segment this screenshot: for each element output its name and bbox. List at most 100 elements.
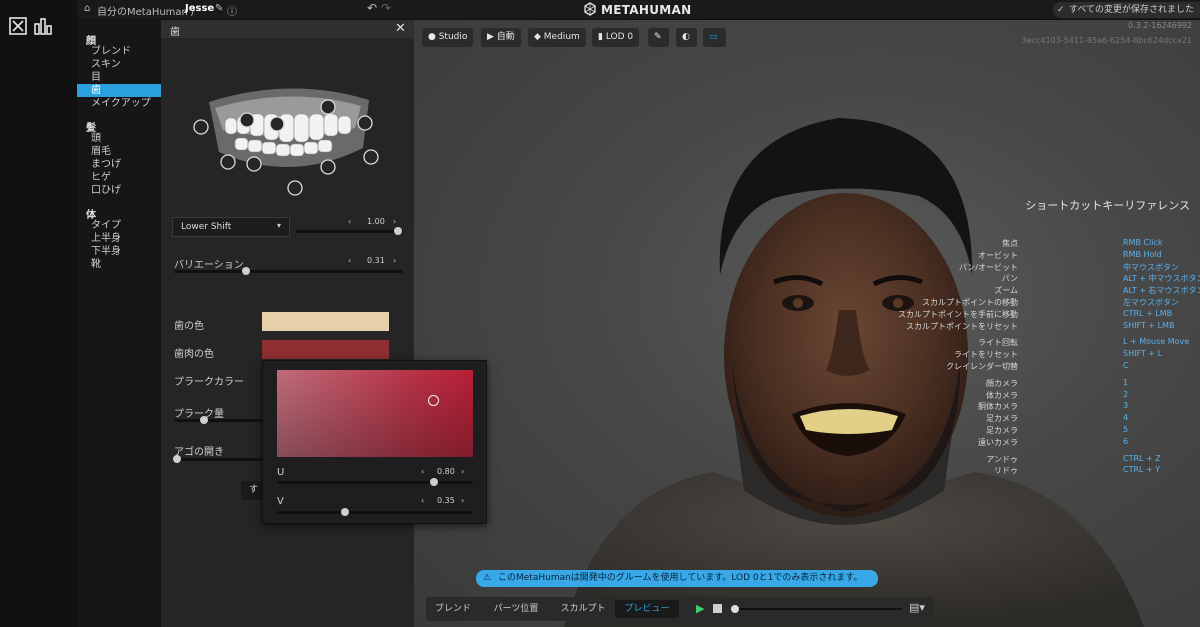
tab-preview-label: プレビュー (624, 604, 670, 614)
nav-item-upper-body[interactable]: 上半身 (91, 232, 161, 245)
nav-item-type[interactable]: タイプ (91, 219, 161, 232)
v-slider-handle[interactable] (341, 508, 349, 516)
auto-label: 自動 (496, 32, 515, 42)
edit-name-icon[interactable]: ✎ (215, 3, 223, 14)
tab-sculpt[interactable]: スカルプト (556, 600, 610, 618)
home-icon[interactable]: ⌂ (84, 3, 90, 14)
tooth-color-swatch[interactable] (262, 312, 389, 331)
shift-stepper[interactable]: ‹ 1.00 › (348, 217, 402, 229)
jaw-open-slider[interactable] (174, 458, 262, 461)
shortcut-keys: C (1123, 361, 1129, 370)
stop-icon[interactable] (713, 604, 722, 613)
redo-icon[interactable]: ↷ (381, 1, 391, 15)
nav-item-teeth[interactable]: 歯 (77, 84, 161, 97)
film-strip-icon[interactable]: ▤▾ (909, 601, 925, 614)
stats-icon[interactable] (33, 16, 53, 36)
lod-button[interactable]: ▮ LOD 0 (592, 28, 640, 47)
increment-icon[interactable]: › (393, 256, 396, 265)
decrement-icon[interactable]: ‹ (348, 217, 351, 226)
shortcut-keys: 左マウスボタン (1123, 298, 1179, 307)
decrement-icon[interactable]: ‹ (421, 467, 424, 476)
check-icon: ✓ (1057, 5, 1065, 15)
teeth-preview[interactable] (191, 72, 386, 207)
shortcut-action: ライトをリセット (954, 350, 1018, 360)
nav-item-shoes[interactable]: 靴 (91, 258, 161, 271)
u-stepper[interactable]: ‹ 0.80 › (421, 467, 469, 479)
studio-lighting-button[interactable]: ● Studio (422, 28, 474, 47)
fit-view-icon[interactable] (8, 16, 28, 36)
category-nav: 顔 ブレンド スキン 目 歯 メイクアップ 髪 頭 眉毛 まつげ ヒゲ 口ひげ … (77, 20, 161, 627)
decrement-icon[interactable]: ‹ (348, 256, 351, 265)
nav-item-beard[interactable]: ヒゲ (91, 171, 161, 184)
breadcrumb-current: Jesse (185, 3, 215, 14)
shortcut-keys: RMB Click (1123, 238, 1163, 247)
keyboard-icon[interactable]: ▭ (703, 28, 726, 47)
clay-render-icon[interactable]: ◐ (676, 28, 697, 47)
color-field[interactable] (277, 370, 473, 457)
tab-preview[interactable]: プレビュー (615, 600, 679, 618)
character-render (564, 118, 1144, 627)
chevron-down-icon: ▾ (277, 221, 282, 230)
plaque-amount-slider[interactable] (174, 419, 262, 422)
u-slider-handle[interactable] (430, 478, 438, 486)
panel-header: 歯 ✕ (161, 20, 414, 38)
camera-auto-button[interactable]: ▶ 自動 (481, 28, 521, 47)
shift-dropdown-value: Lower Shift (181, 222, 232, 232)
sculpt-tool-icon[interactable]: ✎ (648, 28, 669, 47)
tab-part-position[interactable]: パーツ位置 (480, 600, 552, 618)
nav-item-eyelashes[interactable]: まつげ (91, 158, 161, 171)
shortcut-action: 遠いカメラ (978, 437, 1018, 447)
color-field-cursor[interactable] (428, 395, 439, 406)
increment-icon[interactable]: › (393, 217, 396, 226)
nav-item-lower-body[interactable]: 下半身 (91, 245, 161, 258)
tab-blend[interactable]: ブレンド (430, 600, 476, 618)
nav-item-mustache[interactable]: 口ひげ (91, 184, 161, 197)
close-icon[interactable]: ✕ (395, 21, 406, 36)
breadcrumb-root[interactable]: 自分のMetaHuman / (97, 3, 194, 18)
v-slider[interactable] (277, 511, 473, 514)
jaw-open-slider-handle[interactable] (173, 455, 181, 463)
shortcut-action: オービット (978, 250, 1018, 260)
teeth-panel: 歯 ✕ Lower Shift ▾ ‹ 1.00 › バリエーション ‹ 0.3… (161, 20, 414, 627)
nav-item-blend[interactable]: ブレンド (91, 45, 161, 58)
shift-slider-handle[interactable] (394, 227, 402, 235)
timeline-handle[interactable] (731, 605, 739, 613)
shortcut-keys: 2 (1123, 389, 1129, 399)
increment-icon[interactable]: › (461, 467, 464, 476)
nav-item-makeup[interactable]: メイクアップ (91, 97, 161, 110)
variation-slider-handle[interactable] (242, 267, 250, 275)
play-icon[interactable]: ▶ (696, 602, 704, 615)
plaque-amount-slider-handle[interactable] (200, 416, 208, 424)
info-icon[interactable]: ⓘ (227, 3, 237, 18)
warning-icon: ⚠ (483, 573, 492, 583)
shortcut-keys: CTRL + LMB (1123, 308, 1173, 318)
viewport-3d[interactable]: ● Studio ▶ 自動 ◆ Medium ▮ LOD 0 ✎ ◐ ▭ 0.3… (414, 20, 1200, 627)
bottom-mode-bar: ブレンド パーツ位置 スカルプト プレビュー ▶ ▤▾ (426, 597, 934, 621)
metahuman-logo-icon (583, 2, 597, 19)
decrement-icon[interactable]: ‹ (421, 496, 424, 505)
shortcut-keys: 6 (1123, 436, 1129, 446)
shortcut-keys: 3 (1123, 401, 1129, 411)
shortcut-keys: CTRL + Y (1123, 465, 1161, 475)
nav-item-eyebrows[interactable]: 眉毛 (91, 145, 161, 158)
shift-dropdown[interactable]: Lower Shift ▾ (172, 217, 290, 237)
quality-button[interactable]: ◆ Medium (528, 28, 586, 47)
increment-icon[interactable]: › (461, 496, 464, 505)
shortcut-action: ズーム (994, 286, 1018, 296)
nav-item-eyes[interactable]: 目 (91, 71, 161, 84)
shortcut-action: スカルプトポイントを手前に移動 (898, 309, 1018, 319)
shift-value: 1.00 (367, 217, 385, 226)
shortcut-keys: 1 (1123, 377, 1129, 387)
undo-icon[interactable]: ↶ (367, 1, 377, 15)
timeline-scrubber[interactable] (732, 608, 902, 610)
nav-item-head[interactable]: 頭 (91, 132, 161, 145)
nav-item-skin[interactable]: スキン (91, 58, 161, 71)
variation-stepper[interactable]: ‹ 0.31 › (348, 256, 402, 268)
grooms-notice: ⚠ このMetaHumanは開発中のグルームを使用しています。LOD 0と1での… (476, 570, 878, 587)
v-stepper[interactable]: ‹ 0.35 › (421, 496, 469, 508)
variation-slider[interactable] (174, 270, 403, 273)
gum-color-swatch[interactable] (262, 340, 389, 359)
shift-slider[interactable] (296, 230, 403, 233)
u-slider[interactable] (277, 481, 473, 484)
tab-part-position-label: パーツ位置 (493, 604, 539, 614)
